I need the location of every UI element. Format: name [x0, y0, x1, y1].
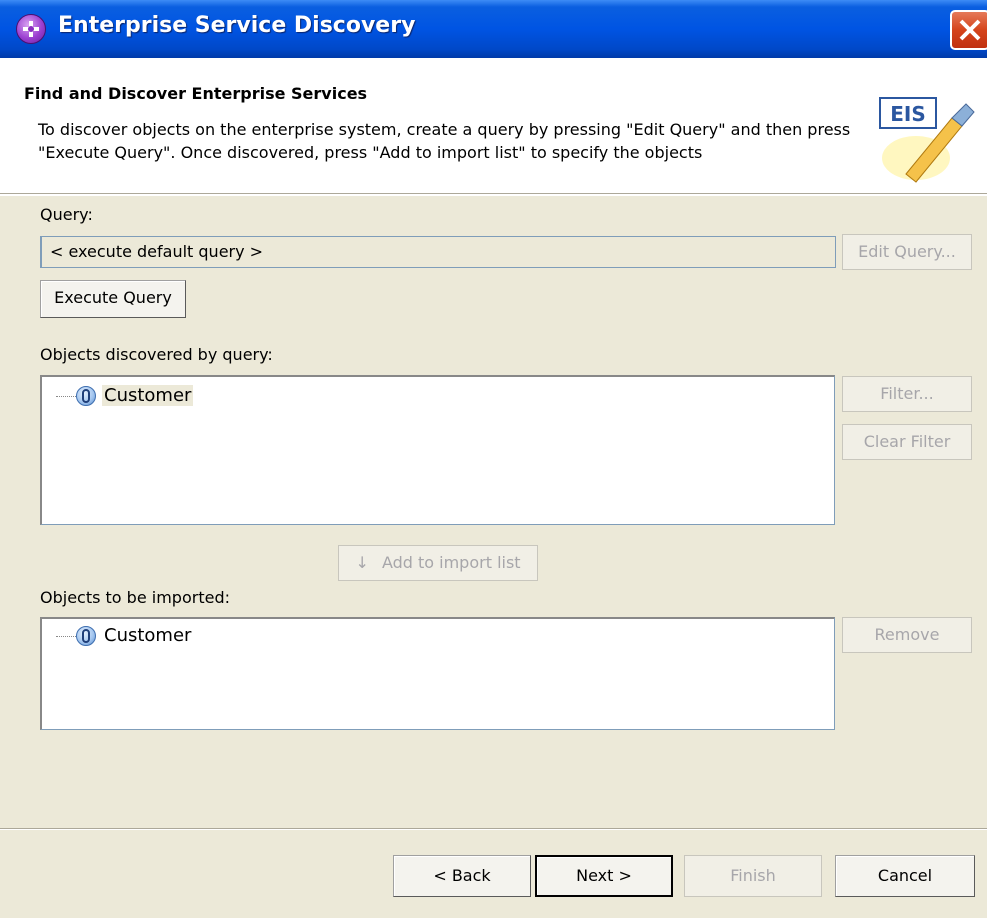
back-button[interactable]: < Back [393, 855, 531, 897]
tree-item-customer[interactable]: Customer [56, 623, 356, 649]
next-button[interactable]: Next > [535, 855, 673, 897]
clear-filter-button[interactable]: Clear Filter [842, 424, 972, 460]
footer-separator [0, 828, 987, 830]
eis-logo-icon: EIS [876, 96, 976, 186]
imported-objects-tree[interactable]: Customer [40, 617, 835, 730]
title-bar[interactable]: Enterprise Service Discovery [0, 0, 987, 58]
discovered-objects-tree[interactable]: Customer [40, 375, 835, 525]
close-icon [959, 19, 981, 41]
add-to-import-list-label: Add to import list [381, 553, 521, 572]
query-label: Query: [40, 205, 93, 224]
close-button[interactable] [950, 10, 987, 50]
tree-item-customer[interactable]: Customer [56, 383, 356, 409]
remove-button[interactable]: Remove [842, 617, 972, 653]
arrow-down-icon: ↓ [355, 553, 369, 572]
business-object-icon [76, 386, 96, 406]
page-description: To discover objects on the enterprise sy… [38, 120, 851, 162]
window-title: Enterprise Service Discovery [58, 13, 416, 38]
query-field[interactable]: < execute default query > [40, 236, 836, 268]
tree-connector [56, 636, 76, 637]
discovery-wizard-window: Enterprise Service Discovery Find and Di… [0, 0, 987, 918]
finish-button[interactable]: Finish [684, 855, 822, 897]
page-title: Find and Discover Enterprise Services [24, 84, 368, 103]
tree-item-label: Customer [102, 385, 194, 406]
app-icon [16, 14, 46, 44]
wizard-header: Find and Discover Enterprise Services To… [0, 58, 987, 194]
business-object-icon [76, 626, 96, 646]
imported-label: Objects to be imported: [40, 588, 230, 607]
tree-connector [56, 396, 76, 397]
execute-query-button[interactable]: Execute Query [40, 280, 186, 318]
eis-logo-text: EIS [890, 102, 926, 126]
tree-item-label: Customer [104, 625, 192, 646]
add-to-import-list-button[interactable]: ↓ Add to import list [338, 545, 538, 581]
filter-button[interactable]: Filter... [842, 376, 972, 412]
edit-query-button[interactable]: Edit Query... [842, 234, 972, 270]
cancel-button[interactable]: Cancel [835, 855, 975, 897]
header-separator [0, 194, 987, 196]
discovered-label: Objects discovered by query: [40, 345, 273, 364]
